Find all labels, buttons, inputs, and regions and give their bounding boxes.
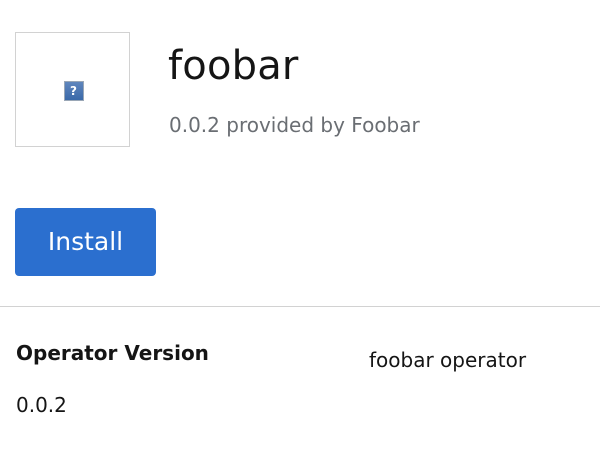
broken-image-icon: ? bbox=[63, 80, 84, 101]
operator-version-value: 0.0.2 bbox=[16, 393, 67, 417]
operator-description: foobar operator bbox=[369, 348, 527, 372]
section-divider bbox=[0, 306, 600, 307]
operator-provider-subtitle: 0.0.2 provided by Foobar bbox=[169, 113, 420, 137]
operator-title: foobar bbox=[168, 43, 299, 89]
operator-version-label: Operator Version bbox=[16, 341, 209, 365]
install-button[interactable]: Install bbox=[15, 208, 156, 276]
operator-details-page: ? foobar 0.0.2 provided by Foobar Instal… bbox=[0, 0, 600, 466]
operator-logo: ? bbox=[15, 32, 130, 147]
